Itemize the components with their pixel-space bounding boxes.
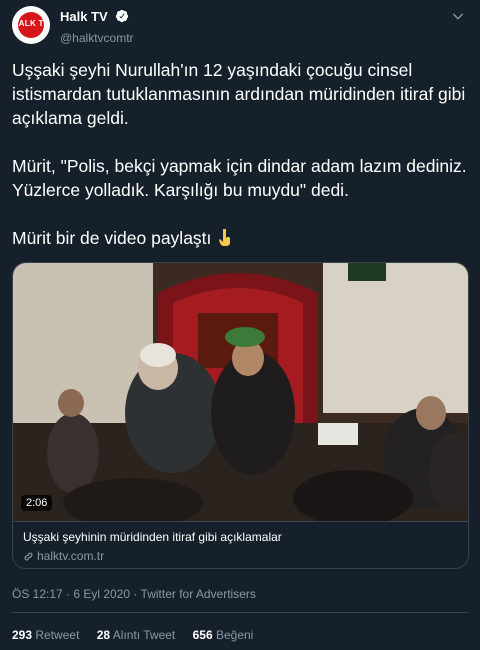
- video-thumbnail[interactable]: 2:06: [13, 263, 468, 521]
- quote-number: 28: [96, 628, 111, 642]
- tweet-paragraph: Mürit, "Polis, bekçi yapmak için dindar …: [12, 156, 467, 200]
- tweet-paragraph-last: Mürit bir de video paylaştı: [12, 226, 468, 253]
- quote-label: Alıntı Tweet: [112, 628, 176, 642]
- display-name[interactable]: Halk TV: [60, 9, 108, 24]
- account-names: Halk TV @halktvcomtr: [60, 8, 134, 45]
- verified-badge-icon: [115, 9, 129, 28]
- tweet-text: Uşşaki şeyhi Nurullah'ın 12 yaşındaki ço…: [12, 58, 468, 253]
- like-number: 656: [192, 628, 213, 642]
- card-domain: halktv.com.tr: [23, 549, 458, 565]
- chevron-down-icon[interactable]: [450, 8, 466, 29]
- retweet-count[interactable]: 293 Retweet: [12, 628, 79, 642]
- retweet-label: Retweet: [35, 628, 80, 642]
- divider: [12, 612, 468, 613]
- link-icon: [23, 551, 34, 565]
- card-domain-text: halktv.com.tr: [37, 549, 105, 563]
- card-title[interactable]: Uşşaki şeyhinin müridinden itiraf gibi a…: [23, 530, 458, 545]
- tweet-paragraph-text: Mürit bir de video paylaştı: [12, 228, 212, 248]
- quote-count[interactable]: 28 Alıntı Tweet: [97, 628, 176, 642]
- card-meta[interactable]: Uşşaki şeyhinin müridinden itiraf gibi a…: [13, 521, 468, 568]
- video-duration: 2:06: [21, 495, 53, 511]
- tweet-paragraph: Uşşaki şeyhi Nurullah'ın 12 yaşındaki ço…: [12, 60, 466, 128]
- like-label: Beğeni: [215, 628, 254, 642]
- like-count[interactable]: 656 Beğeni: [193, 628, 254, 642]
- pointing-down-hand-icon: [215, 227, 235, 253]
- account-handle[interactable]: @halktvcomtr: [60, 31, 134, 45]
- video-card[interactable]: 2:06 Uşşaki şeyhinin müridinden itiraf g…: [12, 262, 469, 569]
- tweet-header: HALK TV Halk TV @halktvcomtr: [12, 6, 468, 46]
- tweet-timestamp[interactable]: ÖS 12:17 · 6 Eyl 2020 · Twitter for Adve…: [12, 587, 256, 601]
- avatar-logo-text: HALK TV: [12, 19, 50, 28]
- avatar[interactable]: HALK TV: [12, 6, 50, 44]
- retweet-number: 293: [12, 628, 33, 642]
- tweet-stats: 293 Retweet 28 Alıntı Tweet 656 Beğeni: [12, 628, 267, 642]
